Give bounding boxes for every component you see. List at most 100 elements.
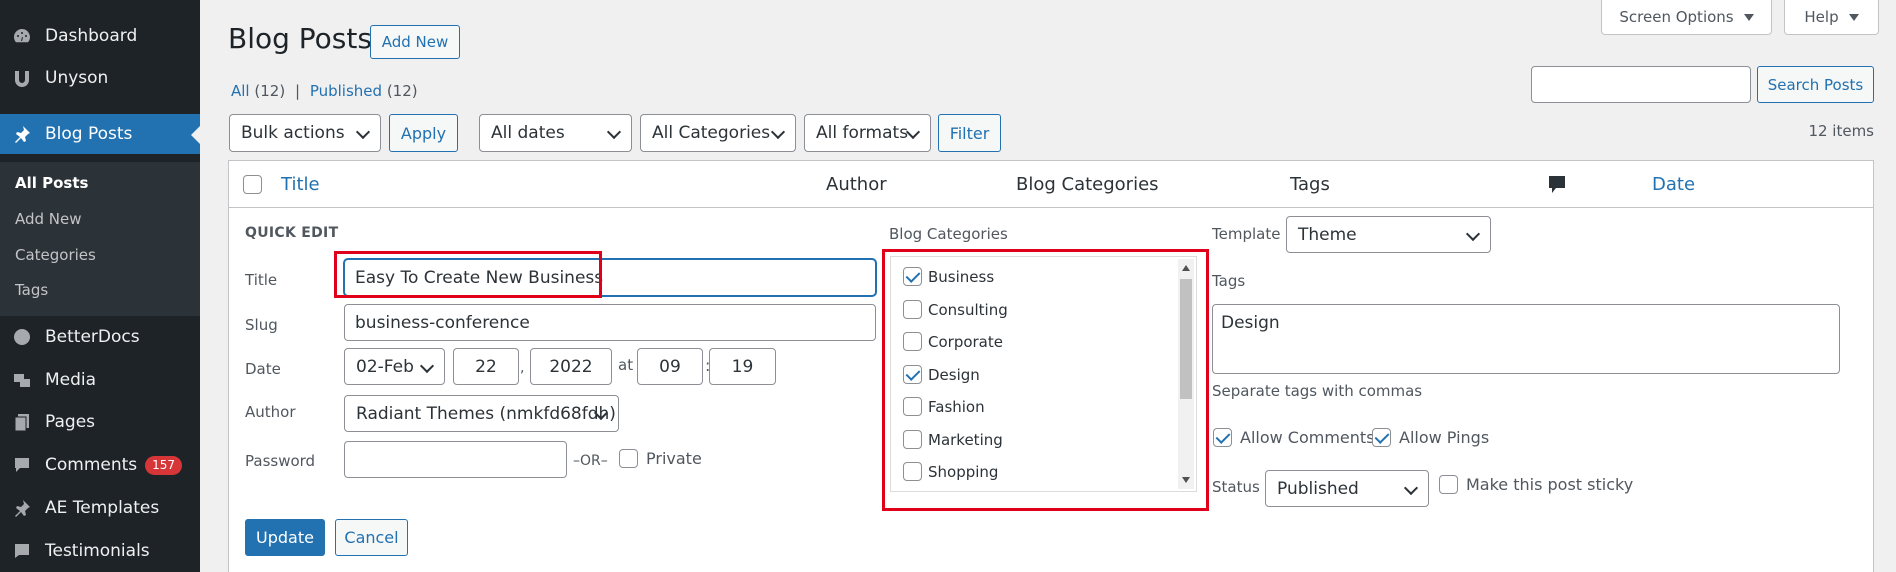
admin-sidebar: Dashboard Unyson Blog Posts All Posts Ad… <box>0 0 200 572</box>
title-highlight-box <box>334 251 602 298</box>
sidebar-item-comments[interactable]: Comments 157 <box>0 445 200 485</box>
month-select[interactable]: 02-Feb <box>344 348 445 385</box>
sidebar-item-blog-posts[interactable]: Blog Posts <box>0 114 200 154</box>
sidebar-item-unyson[interactable]: Unyson <box>0 58 200 98</box>
slug-label: Slug <box>245 316 278 334</box>
title-label: Title <box>245 271 278 289</box>
categories-filter-select[interactable]: All Categories <box>640 114 796 152</box>
column-title[interactable]: Title <box>281 174 320 195</box>
allow-comments-checkbox[interactable] <box>1213 428 1232 447</box>
chevron-down-icon <box>355 124 371 140</box>
chevron-down-icon <box>1465 226 1481 242</box>
sidebar-item-label: Media <box>45 370 97 390</box>
sidebar-item-label: BetterDocs <box>45 327 140 347</box>
column-tags: Tags <box>1290 174 1330 195</box>
slug-input[interactable]: business-conference <box>344 304 876 341</box>
bulk-actions-value: Bulk actions <box>241 123 345 143</box>
hour-input[interactable]: 09 <box>637 348 703 385</box>
sticky-row[interactable]: Make this post sticky <box>1439 475 1633 494</box>
submenu-add-new[interactable]: Add New <box>15 210 82 228</box>
comments-count-badge: 157 <box>145 455 183 475</box>
author-value: Radiant Themes (nmkfd68fdh) <box>356 403 616 424</box>
status-select[interactable]: Published <box>1265 470 1429 507</box>
table-header: Title Author Blog Categories Tags Date <box>229 161 1873 208</box>
allow-comments-label: Allow Comments <box>1240 428 1375 447</box>
sidebar-item-label: Blog Posts <box>45 124 133 144</box>
private-label: Private <box>646 449 702 468</box>
tags-label: Tags <box>1212 272 1246 290</box>
media-icon <box>11 369 33 391</box>
column-date[interactable]: Date <box>1652 174 1695 195</box>
private-checkbox[interactable] <box>619 449 638 468</box>
filter-button[interactable]: Filter <box>938 114 1001 152</box>
submenu-categories[interactable]: Categories <box>15 246 96 264</box>
status-label: Status <box>1212 478 1260 496</box>
tags-hint: Separate tags with commas <box>1212 382 1423 400</box>
submenu-all-posts[interactable]: All Posts <box>15 174 88 192</box>
blog-posts-submenu: All Posts Add New Categories Tags <box>0 162 200 316</box>
pin-icon <box>11 123 33 145</box>
author-label: Author <box>245 403 296 421</box>
chevron-down-icon <box>419 358 435 374</box>
chevron-down-icon <box>770 124 786 140</box>
pages-icon <box>11 411 33 433</box>
password-label: Password <box>245 452 316 470</box>
allow-pings-row[interactable]: Allow Pings <box>1372 428 1489 447</box>
sidebar-item-betterdocs[interactable]: BetterDocs <box>0 317 200 357</box>
comment-bubble-icon[interactable] <box>1548 175 1566 199</box>
items-count: 12 items <box>1808 122 1874 140</box>
sidebar-item-media[interactable]: Media <box>0 360 200 400</box>
select-all-checkbox[interactable] <box>243 175 262 194</box>
view-published-link[interactable]: Published (12) <box>310 82 418 100</box>
date-comma: , <box>520 360 525 376</box>
template-label: Template <box>1212 225 1281 243</box>
submenu-tags[interactable]: Tags <box>15 281 48 299</box>
bulk-actions-select[interactable]: Bulk actions <box>229 114 381 152</box>
minute-input[interactable]: 19 <box>709 348 776 385</box>
password-input[interactable] <box>344 441 567 478</box>
pin-icon <box>11 497 33 519</box>
blog-categories-label: Blog Categories <box>889 225 1008 243</box>
year-input[interactable]: 2022 <box>530 348 612 385</box>
view-all-link[interactable]: All (12) <box>231 82 285 100</box>
dates-filter-select[interactable]: All dates <box>479 114 632 152</box>
sticky-checkbox[interactable] <box>1439 475 1458 494</box>
date-label: Date <box>245 360 281 378</box>
author-select[interactable]: Radiant Themes (nmkfd68fdh) <box>344 395 619 432</box>
tags-textarea[interactable]: Design <box>1212 304 1840 374</box>
sidebar-item-label: Comments <box>45 455 138 475</box>
search-posts-button[interactable]: Search Posts <box>1757 66 1874 103</box>
private-checkbox-row[interactable]: Private <box>619 449 702 468</box>
apply-button[interactable]: Apply <box>389 114 458 152</box>
allow-pings-label: Allow Pings <box>1399 428 1490 447</box>
dashboard-icon <box>11 25 33 47</box>
cancel-button[interactable]: Cancel <box>335 519 408 556</box>
help-label: Help <box>1804 8 1839 26</box>
month-value: 02-Feb <box>356 356 414 377</box>
sidebar-item-testimonials[interactable]: Testimonials <box>0 531 200 571</box>
screen-options-tab[interactable]: Screen Options <box>1601 0 1772 35</box>
screen-options-label: Screen Options <box>1619 8 1734 26</box>
formats-filter-select[interactable]: All formats <box>804 114 931 152</box>
sidebar-item-ae-templates[interactable]: AE Templates <box>0 488 200 528</box>
update-button[interactable]: Update <box>245 519 325 556</box>
or-separator: –OR– <box>573 453 608 469</box>
search-input[interactable] <box>1531 66 1751 103</box>
sidebar-item-pages[interactable]: Pages <box>0 402 200 442</box>
quick-edit-heading: QUICK EDIT <box>245 225 339 241</box>
template-value: Theme <box>1298 224 1357 245</box>
template-select[interactable]: Theme <box>1286 216 1491 253</box>
sidebar-item-label: Testimonials <box>45 541 150 561</box>
allow-pings-checkbox[interactable] <box>1372 428 1391 447</box>
sidebar-item-dashboard[interactable]: Dashboard <box>0 16 200 56</box>
caret-down-icon <box>1848 13 1859 21</box>
allow-comments-row[interactable]: Allow Comments <box>1213 428 1375 447</box>
dates-filter-value: All dates <box>491 123 565 143</box>
categories-highlight-box <box>882 249 1209 511</box>
docs-icon <box>11 326 33 348</box>
status-value: Published <box>1277 478 1359 499</box>
day-input[interactable]: 22 <box>453 348 519 385</box>
add-new-button[interactable]: Add New <box>370 25 460 59</box>
help-tab[interactable]: Help <box>1784 0 1879 35</box>
column-author: Author <box>826 174 887 195</box>
